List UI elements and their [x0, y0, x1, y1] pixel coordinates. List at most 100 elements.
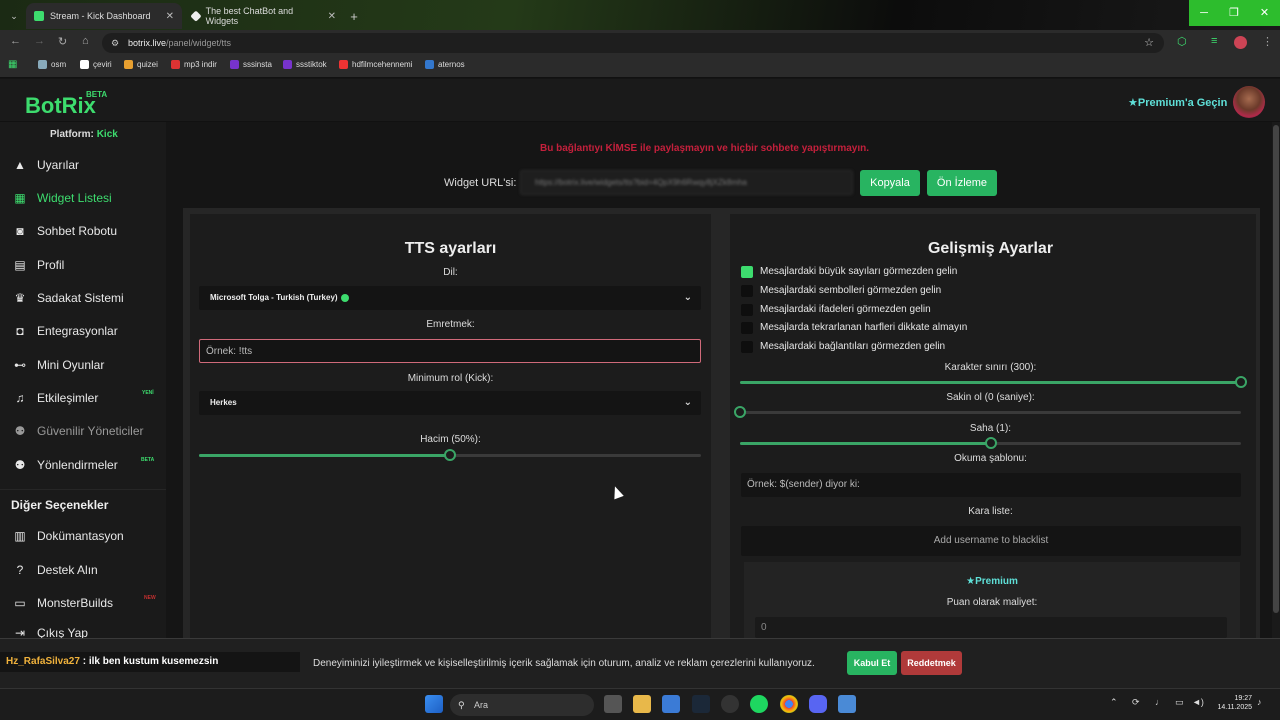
slider-fill: [199, 454, 450, 457]
volume-icon[interactable]: ◄): [1192, 697, 1204, 707]
extension-icon[interactable]: ⬡: [1177, 35, 1187, 48]
bookmark-ssstiktok[interactable]: ssstiktok: [283, 60, 327, 69]
microphone-icon[interactable]: ♩: [1155, 697, 1164, 707]
language-select[interactable]: Microsoft Tolga - Turkish (Turkey) ⌄: [199, 286, 701, 310]
bookmark-ceviri[interactable]: çeviri: [80, 60, 112, 69]
premium-upgrade-button[interactable]: ★Premium'a Geçin: [1128, 96, 1227, 109]
cost-input[interactable]: 0: [755, 617, 1227, 638]
scrollbar-thumb[interactable]: [1273, 125, 1279, 613]
store-icon[interactable]: [662, 695, 680, 713]
checkbox-ignore-emotes[interactable]: [741, 304, 753, 316]
forward-arrow-icon[interactable]: →: [34, 35, 45, 47]
command-input[interactable]: Örnek: !tts: [199, 339, 701, 363]
task-view-icon[interactable]: [604, 695, 622, 713]
chrome-icon[interactable]: [780, 695, 798, 713]
bookmark-osm[interactable]: osm: [38, 60, 66, 69]
close-icon[interactable]: ✕: [166, 11, 174, 22]
notification-bell-icon[interactable]: ♪: [1257, 697, 1262, 707]
sidebar-item-widget-list[interactable]: ▦ Widget Listesi: [12, 188, 162, 208]
media-icon[interactable]: ≡: [1211, 35, 1217, 47]
taskbar-clock[interactable]: 19:27 14.11.2025: [1212, 694, 1252, 712]
bookmark-mp3[interactable]: mp3 indir: [171, 60, 217, 69]
steam-icon[interactable]: [692, 695, 710, 713]
tab-kick-dashboard[interactable]: Stream - Kick Dashboard ✕: [26, 3, 182, 29]
close-icon[interactable]: ✕: [328, 11, 336, 22]
app-icon[interactable]: [721, 695, 739, 713]
tab-search-chevron-icon[interactable]: ⌄: [4, 3, 24, 29]
char-limit-slider[interactable]: [740, 376, 1247, 388]
pitch-slider[interactable]: [740, 437, 1241, 449]
checkbox-ignore-big-numbers[interactable]: [741, 266, 753, 278]
slider-fill: [740, 381, 1241, 384]
kebab-menu-icon[interactable]: ⋮: [1262, 35, 1273, 48]
accept-cookies-button[interactable]: Kabul Et: [847, 651, 897, 675]
min-role-select[interactable]: Herkes ⌄: [199, 391, 701, 415]
sidebar-item-interactions[interactable]: ♫ Etkileşimler: [12, 388, 162, 408]
discord-icon[interactable]: [809, 695, 827, 713]
sidebar-item-docs[interactable]: ▥ Dokümantasyon: [12, 526, 162, 546]
chat-message-text: : ilk ben kustum kusemezsin: [79, 656, 219, 667]
sidebar-item-monsterbuilds[interactable]: ▭ MonsterBuilds: [12, 593, 162, 613]
tab-botrix[interactable]: The best ChatBot and Widgets ✕: [184, 3, 344, 29]
sidebar-item-profile[interactable]: ▤ Profil: [12, 255, 162, 275]
window-close-icon[interactable]: ✕: [1249, 0, 1280, 26]
new-tab-plus-icon[interactable]: +: [344, 3, 364, 29]
slider-handle[interactable]: [444, 449, 456, 461]
preview-button[interactable]: Ön İzleme: [927, 170, 997, 196]
file-explorer-icon[interactable]: [633, 695, 651, 713]
back-arrow-icon[interactable]: ←: [10, 35, 21, 47]
sidebar-item-logout[interactable]: ⇥ Çıkış Yap: [12, 626, 162, 638]
reload-icon[interactable]: ↻: [58, 35, 67, 48]
profile-icon[interactable]: [1234, 36, 1247, 49]
laptop-icon: ▭: [14, 596, 26, 610]
sidebar-item-support[interactable]: ? Destek Alın: [12, 560, 162, 580]
url-path: /panel/widget/tts: [166, 38, 232, 48]
share-warning: Bu bağlantıyı KİMSE ile paylaşmayın ve h…: [540, 143, 869, 154]
restore-icon[interactable]: ❐: [1219, 0, 1249, 26]
bookmark-label: hdfilmcehennemi: [352, 60, 413, 69]
template-input[interactable]: Örnek: $(sender) diyor ki:: [741, 473, 1241, 497]
sync-icon[interactable]: ⟳: [1132, 697, 1140, 708]
sidebar-item-alerts[interactable]: ▲ Uyarılar: [12, 155, 162, 175]
site-info-icon[interactable]: ⚙: [111, 33, 119, 53]
bookmarks-bar: ▦ osm çeviri quizei mp3 indir sssinsta s…: [0, 56, 1280, 78]
sidebar-item-loyalty[interactable]: ♛ Sadakat Sistemi: [12, 288, 162, 308]
sidebar-item-mini-games[interactable]: ⊷ Mini Oyunlar: [12, 355, 162, 375]
taskbar-search[interactable]: ⚲ Ara: [450, 694, 594, 716]
bookmark-quizei[interactable]: quizei: [124, 60, 158, 69]
windows-start-icon[interactable]: [425, 695, 443, 713]
template-label: Okuma şablonu:: [954, 453, 1027, 464]
slider-handle[interactable]: [984, 437, 997, 449]
spotify-icon[interactable]: [750, 695, 768, 713]
home-icon[interactable]: ⌂: [82, 35, 89, 47]
app-icon[interactable]: [838, 695, 856, 713]
bookmark-sssinsta[interactable]: sssinsta: [230, 60, 272, 69]
checkbox-ignore-symbols[interactable]: [741, 285, 753, 297]
reject-cookies-button[interactable]: Reddetmek: [901, 651, 962, 675]
slider-handle[interactable]: [1235, 376, 1247, 388]
bookmark-aternos[interactable]: aternos: [425, 60, 465, 69]
blacklist-input[interactable]: Add username to blacklist: [741, 526, 1241, 556]
cooldown-slider[interactable]: [734, 406, 1241, 418]
widget-url-field[interactable]: https://botrix.live/widgets/tts?bid=4QpX…: [520, 170, 853, 195]
bookmark-hdfilm[interactable]: hdfilmcehennemi: [339, 60, 412, 69]
slider-handle[interactable]: [734, 406, 746, 418]
bookmark-favicon-icon: [171, 60, 180, 69]
sidebar-item-label: Uyarılar: [37, 158, 80, 172]
volume-slider[interactable]: [199, 449, 701, 461]
sidebar-item-trusted-mods[interactable]: ⚉ Güvenilir Yöneticiler: [12, 421, 162, 441]
sidebar-item-integrations[interactable]: ◘ Entegrasyonlar: [12, 321, 162, 341]
network-icon[interactable]: ▭: [1175, 697, 1184, 708]
user-avatar[interactable]: [1233, 86, 1265, 118]
url-field[interactable]: ⚙ botrix.live/panel/widget/tts ☆: [102, 33, 1164, 53]
star-bookmark-icon[interactable]: ☆: [1144, 33, 1154, 53]
sidebar-item-redirects[interactable]: ⚉ Yönlendirmeler: [12, 455, 162, 475]
checkbox-ignore-repeated-letters[interactable]: [741, 322, 753, 334]
apps-grid-icon[interactable]: ▦: [8, 59, 17, 70]
minimize-icon[interactable]: ─: [1189, 0, 1219, 26]
tray-chevron-icon[interactable]: ⌃: [1110, 697, 1118, 708]
copy-button[interactable]: Kopyala: [860, 170, 920, 196]
sidebar-item-chatbot[interactable]: ◙ Sohbet Robotu: [12, 221, 162, 241]
status-dot-icon: [340, 293, 349, 302]
checkbox-ignore-links[interactable]: [741, 341, 753, 353]
